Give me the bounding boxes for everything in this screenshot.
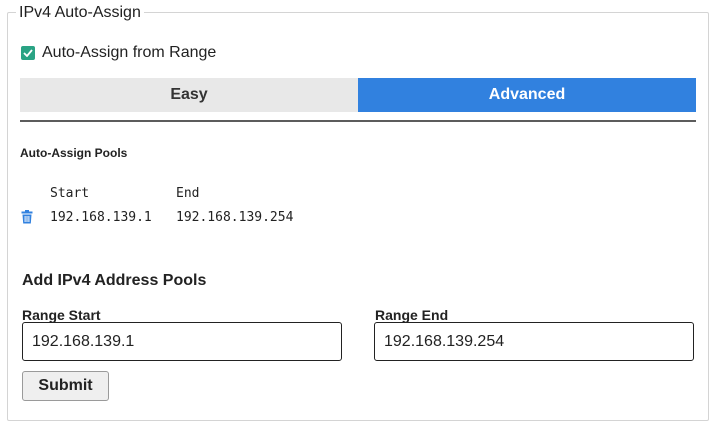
section-legend: IPv4 Auto-Assign [16,3,144,23]
range-end-label: Range End [375,307,449,323]
toggle-divider [20,120,696,122]
range-start-input[interactable] [22,322,342,361]
start-column-header: Start [50,186,90,201]
auto-assign-checkbox-row[interactable]: Auto-Assign from Range [21,43,216,63]
pool-start-cell: 192.168.139.1 [50,210,152,225]
range-end-input[interactable] [374,322,694,361]
auto-assign-label[interactable]: Auto-Assign from Range [42,44,216,62]
pool-end-cell: 192.168.139.254 [176,210,294,225]
auto-assign-checkbox[interactable] [21,46,35,60]
add-pools-title: Add IPv4 Address Pools [22,272,207,289]
checkmark-icon [23,49,33,57]
pools-title: Auto-Assign Pools [20,146,128,160]
advanced-mode-button[interactable]: Advanced [358,78,696,112]
end-column-header: End [176,186,200,201]
mode-toggle: Easy Advanced [20,78,696,112]
easy-mode-button[interactable]: Easy [20,78,358,112]
trash-icon[interactable] [21,210,33,224]
range-start-label: Range Start [22,307,101,323]
submit-button[interactable]: Submit [22,371,109,401]
